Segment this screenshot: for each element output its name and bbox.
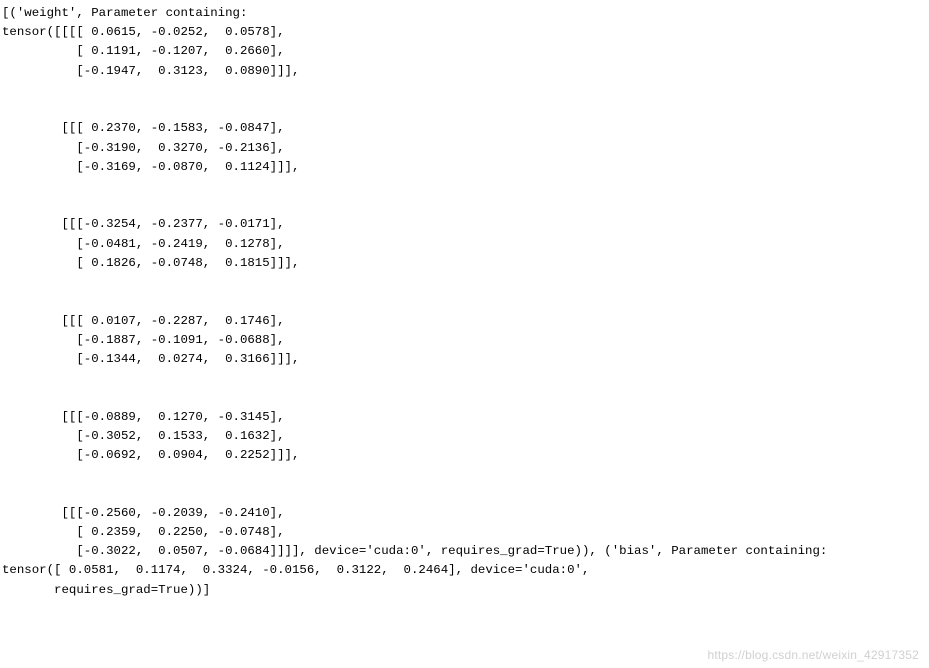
console-output: [('weight', Parameter containing: tensor… [0,0,929,600]
watermark-text: https://blog.csdn.net/weixin_42917352 [707,648,919,662]
